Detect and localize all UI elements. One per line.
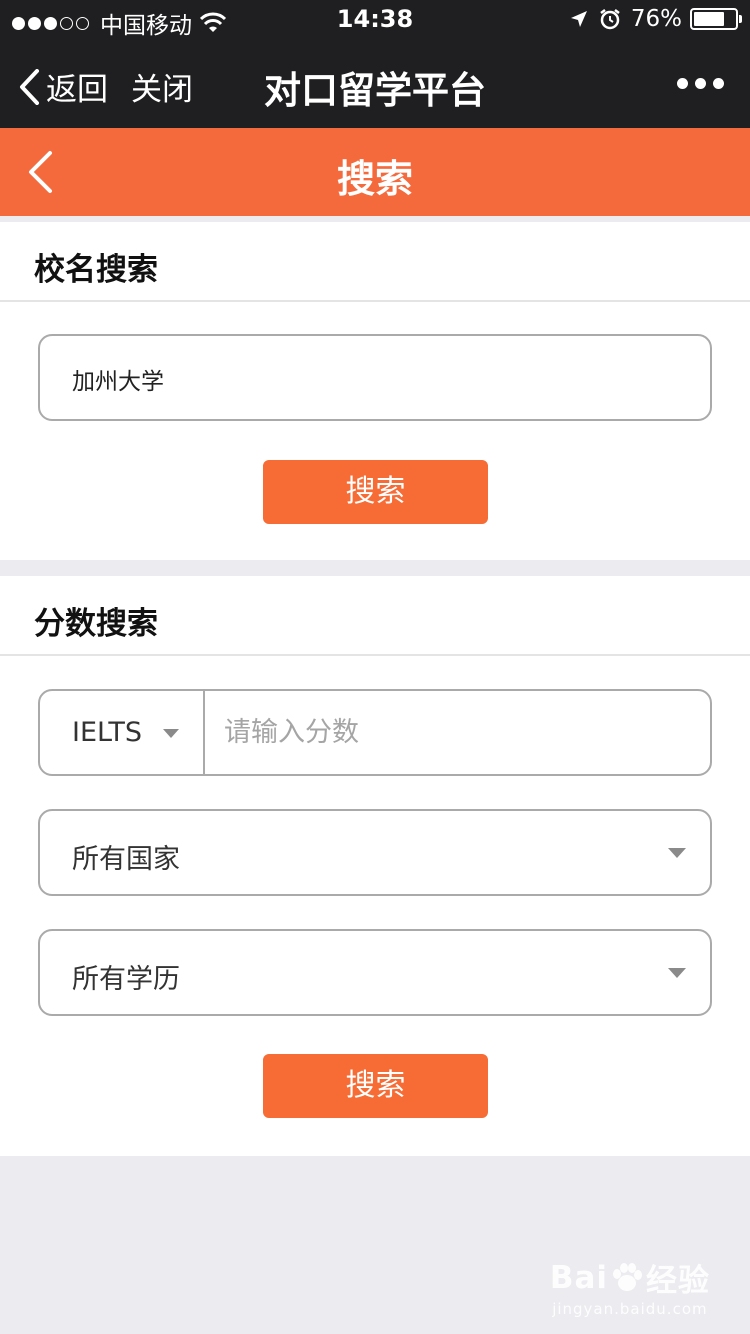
school-search-card: 校名搜索 加州大学 搜索 <box>0 222 750 560</box>
status-bar: 中国移动 14:38 76% <box>0 0 750 40</box>
test-type-select[interactable]: IELTS <box>40 691 205 774</box>
page-header: 搜索 <box>0 128 750 216</box>
degree-select-value: 所有学历 <box>72 964 180 995</box>
score-search-button[interactable]: 搜索 <box>263 1054 488 1118</box>
location-arrow-icon <box>570 11 587 27</box>
more-options-icon[interactable] <box>670 78 724 89</box>
school-name-value: 加州大学 <box>72 369 164 395</box>
score-input[interactable] <box>208 691 710 774</box>
battery-percent: 76% <box>630 6 682 32</box>
divider <box>0 654 750 656</box>
wechat-page-title: 对口留学平台 <box>264 69 486 112</box>
caret-down-icon <box>668 968 686 978</box>
score-input-group: IELTS <box>38 689 712 776</box>
wechat-nav-bar: 返回 关闭 对口留学平台 <box>0 40 750 128</box>
paw-icon <box>613 1262 642 1291</box>
alarm-icon <box>600 9 620 30</box>
caret-down-icon <box>668 848 686 858</box>
caret-down-icon <box>163 729 179 738</box>
page-title: 搜索 <box>336 157 413 201</box>
country-select-value: 所有国家 <box>72 844 180 875</box>
school-name-input[interactable]: 加州大学 <box>38 334 712 421</box>
test-type-value: IELTS <box>72 717 142 748</box>
status-right: 76% <box>569 6 742 32</box>
battery-icon <box>690 8 742 30</box>
score-search-card: 分数搜索 IELTS 所有国家 所有学历 搜索 <box>0 576 750 1156</box>
school-search-title: 校名搜索 <box>34 252 158 288</box>
school-search-button[interactable]: 搜索 <box>263 460 488 524</box>
watermark-brand: Bai 经验 <box>550 1255 710 1300</box>
degree-select[interactable]: 所有学历 <box>38 929 712 1016</box>
battery-level <box>694 12 725 26</box>
watermark-brand-right: 经验 <box>646 1263 710 1299</box>
score-search-title: 分数搜索 <box>34 606 158 642</box>
divider <box>0 300 750 302</box>
watermark-url: jingyan.baidu.com <box>552 1300 708 1318</box>
country-select[interactable]: 所有国家 <box>38 809 712 896</box>
baidu-watermark: Bai 经验 jingyan.baidu.com <box>550 1255 710 1319</box>
watermark-brand-left: Bai <box>549 1259 608 1296</box>
